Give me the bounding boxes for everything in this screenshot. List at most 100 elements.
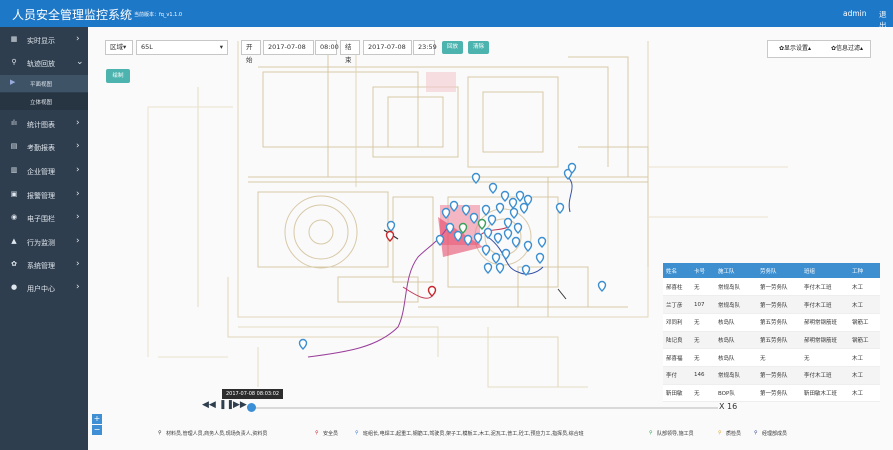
worker-location-pin[interactable] <box>483 227 493 239</box>
worker-location-pin[interactable] <box>535 252 545 264</box>
table-cell: 常规岛队 <box>715 278 757 297</box>
sidebar-item-system[interactable]: ✿ 系统管理 › <box>0 254 88 277</box>
table-row[interactable]: 邓同利 无 核岛队 第五劳务队 郝明常钢筋班 钢筋工 <box>663 313 880 332</box>
worker-location-pin[interactable] <box>427 285 437 297</box>
worker-location-pin[interactable] <box>537 236 547 248</box>
chevron-down-icon: ▾ <box>219 43 223 51</box>
end-time-input[interactable]: 23:59 <box>413 40 437 55</box>
table-row[interactable]: 靳田敏 无 BOP队 第一劳务队 靳田敏木工班 木工 <box>663 384 880 403</box>
playback-slider-handle[interactable] <box>247 403 256 412</box>
sidebar-item-statistics[interactable]: ılı 统计图表 › <box>0 113 88 136</box>
table-header-row: 姓名 卡号 施工队 劳务队 班组 工种 <box>663 263 880 278</box>
sidebar-item-alarms[interactable]: ▣ 报警管理 › <box>0 184 88 207</box>
start-date-input[interactable]: 2017-07-08 <box>263 40 314 55</box>
sidebar-item-label: 实时显示 <box>27 37 55 45</box>
caret-right-icon: ▶ <box>10 78 16 86</box>
worker-location-pin[interactable] <box>501 248 511 260</box>
table-cell: 第五劳务队 <box>757 313 801 332</box>
fast-forward-icon[interactable]: ▶▶ <box>233 400 247 410</box>
worker-location-pin[interactable] <box>509 207 519 219</box>
column-header: 劳务队 <box>757 263 801 278</box>
table-row[interactable]: 郝喜柱 无 常规岛队 第一劳务队 李付木工班 木工 <box>663 278 880 297</box>
table-row[interactable]: 李付 146 常规岛队 第一劳务队 李付木工班 木工 <box>663 366 880 385</box>
worker-location-pin[interactable] <box>298 338 308 350</box>
table-cell: BOP队 <box>715 384 757 403</box>
area-select[interactable]: 65L ▾ <box>136 40 228 55</box>
column-header: 施工队 <box>715 263 757 278</box>
end-label: 结束 <box>340 40 360 64</box>
replay-button[interactable]: 回放 <box>442 41 463 54</box>
table-cell: 无 <box>801 348 849 367</box>
user-name[interactable]: admin <box>843 9 867 18</box>
end-date-input[interactable]: 2017-07-08 <box>363 40 412 55</box>
sidebar-item-label: 系统管理 <box>27 262 55 270</box>
sidebar-item-realtime[interactable]: ▦ 实时显示 › <box>0 29 88 52</box>
table-cell: 核岛队 <box>715 331 757 350</box>
worker-location-pin[interactable] <box>519 202 529 214</box>
sidebar-item-track-replay[interactable]: ⚲ 轨迹回放 ⌄ <box>0 52 88 75</box>
table-row[interactable]: 陆记良 无 核岛队 第五劳务队 郝明常钢筋班 钢筋工 <box>663 331 880 350</box>
sidebar-subitem-3d-view[interactable]: 立体视图 <box>0 93 88 110</box>
worker-location-pin[interactable] <box>500 190 510 202</box>
sidebar-item-label: 用户中心 <box>27 285 55 293</box>
sidebar-item-geofence[interactable]: ◉ 电子围栏 › <box>0 207 88 230</box>
chevron-right-icon: › <box>76 34 80 44</box>
worker-location-pin[interactable] <box>483 262 493 274</box>
worker-location-pin[interactable] <box>508 197 518 209</box>
table-cell: 第五劳务队 <box>757 331 801 350</box>
worker-location-pin[interactable] <box>481 244 491 256</box>
display-settings-button[interactable]: ✿显示设置▴ <box>770 42 820 56</box>
worker-location-pin[interactable] <box>488 182 498 194</box>
worker-location-pin[interactable] <box>503 217 513 229</box>
worker-location-pin[interactable] <box>491 252 501 264</box>
table-cell: 木工 <box>849 366 880 385</box>
table-cell: 无 <box>691 331 715 350</box>
grid-icon: ▦ <box>10 35 18 43</box>
area-select-value: 65L <box>141 43 153 51</box>
table-cell: 靳田敏木工班 <box>801 384 849 403</box>
pause-icon[interactable]: ❚❚ <box>219 400 234 410</box>
draw-button[interactable]: 绘制 <box>106 69 130 83</box>
building-icon: ▥ <box>10 166 18 174</box>
sidebar-item-enterprise[interactable]: ▥ 企业管理 › <box>0 160 88 183</box>
table-cell: 李付木工班 <box>801 295 849 314</box>
table-cell: 木工 <box>849 384 880 403</box>
worker-location-pin[interactable] <box>487 214 497 226</box>
report-icon: ▤ <box>10 142 18 150</box>
worker-location-pin[interactable] <box>493 232 503 244</box>
worker-location-pin[interactable] <box>515 190 525 202</box>
worker-location-pin[interactable] <box>523 240 533 252</box>
worker-location-pin[interactable] <box>495 202 505 214</box>
table-cell: 李付木工班 <box>801 278 849 297</box>
table-cell: 郝喜福 <box>663 348 691 367</box>
start-time-input[interactable]: 08:00 <box>315 40 339 55</box>
sidebar-subitem-label: 立体视图 <box>30 100 53 106</box>
column-header: 工种 <box>849 263 880 278</box>
info-filter-button[interactable]: ✿信息过滤▴ <box>823 42 871 56</box>
sidebar-item-user-center[interactable]: ● 用户中心 › <box>0 277 88 300</box>
rewind-icon[interactable]: ◀◀ <box>202 400 216 410</box>
worker-location-pin[interactable] <box>503 228 513 240</box>
chart-icon: ılı <box>11 119 17 127</box>
sidebar-subitem-plan-view[interactable]: ▶ 平面视图 <box>0 75 88 92</box>
table-cell: 第一劳务队 <box>757 278 801 297</box>
table-row[interactable]: 郝喜福 无 核岛队 无 无 木工 <box>663 348 880 367</box>
table-cell: 常规岛队 <box>715 366 757 385</box>
sidebar-item-attendance[interactable]: ▤ 考勤报表 › <box>0 136 88 159</box>
table-cell: 郝明常钢筋班 <box>801 331 849 350</box>
sidebar-item-behavior[interactable]: ▲ 行为监测 › <box>0 231 88 254</box>
worker-location-pin[interactable] <box>495 262 505 274</box>
playback-slider-track[interactable] <box>248 407 718 409</box>
table-cell: 兰丁彦 <box>663 295 691 314</box>
clear-button[interactable]: 清除 <box>468 41 489 54</box>
legend-item-label: 安全员 <box>323 431 339 437</box>
table-cell: 无 <box>691 278 715 297</box>
zoom-in-button[interactable]: + <box>92 414 102 424</box>
table-row[interactable]: 兰丁彦 107 常规岛队 第一劳务队 李付木工班 木工 <box>663 295 880 314</box>
table-cell: 钢筋工 <box>849 313 880 332</box>
worker-location-pin[interactable] <box>597 280 607 292</box>
zoom-out-button[interactable]: − <box>92 425 102 435</box>
worker-info-table: 姓名 卡号 施工队 劳务队 班组 工种 郝喜柱 无 常规岛队 第一劳务队 李付木… <box>663 263 880 403</box>
table-cell: 无 <box>757 348 801 367</box>
table-cell: 邓同利 <box>663 313 691 332</box>
